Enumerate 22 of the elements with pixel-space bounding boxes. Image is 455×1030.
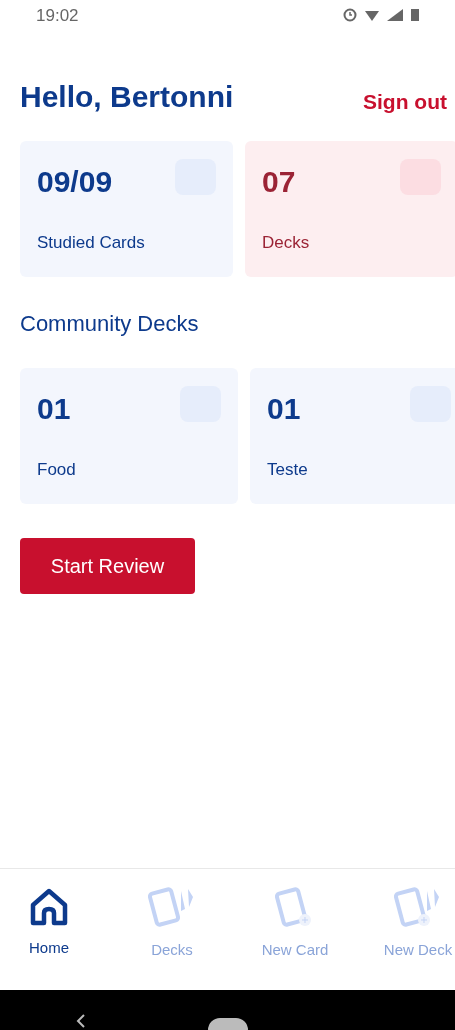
wifi-icon (365, 9, 379, 21)
deck-name: Teste (267, 459, 309, 481)
nav-tab[interactable]: Home (0, 885, 98, 990)
stat-value: 09/09 (37, 164, 113, 200)
stat-label: Studied Cards (37, 232, 146, 254)
alarm-icon (343, 8, 357, 22)
section-title: Community Decks (19, 310, 200, 338)
stat-label: Decks (262, 232, 311, 254)
sign-out-button[interactable]: Sign out (363, 85, 447, 118)
signal-icon (387, 9, 403, 21)
battery-icon (411, 9, 419, 21)
start-review-button[interactable]: Start Review (20, 538, 195, 594)
greeting: Hello, Bertonni (20, 79, 234, 115)
status-time: 19:02 (36, 7, 79, 24)
home-pill[interactable] (208, 1018, 248, 1030)
deck-card[interactable]: 01 Food (20, 368, 238, 504)
deck-count: 01 (267, 391, 301, 427)
deck-count: 01 (37, 391, 71, 427)
deck-name: Food (37, 459, 77, 481)
deck-card[interactable]: 01 Teste (250, 368, 455, 504)
back-icon[interactable] (76, 1014, 86, 1028)
stat-value: 07 (262, 164, 296, 200)
